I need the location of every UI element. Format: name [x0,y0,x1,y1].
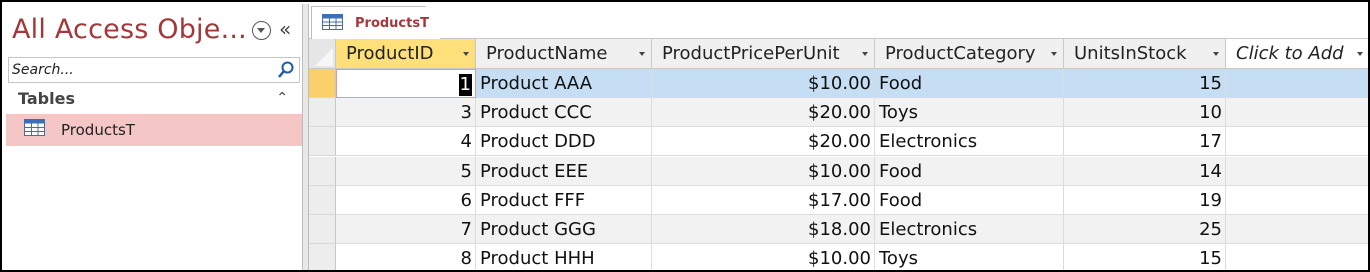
document-area: ProductsT ProductID ProductName ProductPri… [309,4,1368,270]
cell-click-to-add[interactable] [1226,215,1368,244]
cell-productid[interactable]: 7 [336,215,476,244]
column-header-label: ProductID [346,43,434,64]
tab-productst[interactable]: ProductsT [311,6,441,40]
cell-productpriceperunit[interactable]: $10.00 [652,244,875,270]
cell-productid[interactable]: 5 [336,156,476,186]
tab-label: ProductsT [355,16,429,31]
cell-click-to-add[interactable] [1226,156,1368,186]
column-filter-dropdown-icon[interactable] [639,52,645,56]
column-filter-dropdown-icon[interactable] [862,52,868,56]
select-all-button[interactable] [309,39,336,69]
cell-productpriceperunit[interactable]: $20.00 [652,127,875,157]
cell-unitsinstock[interactable]: 14 [1064,156,1226,186]
cell-productname[interactable]: Product GGG [476,215,652,244]
nav-search-input[interactable] [9,58,273,82]
cell-productname[interactable]: Product AAA [476,69,652,98]
cell-click-to-add[interactable] [1226,244,1368,270]
column-filter-dropdown-icon[interactable] [1213,52,1219,56]
record-selector[interactable] [309,156,336,186]
document-tab-strip: ProductsT [309,4,1368,40]
search-icon[interactable] [276,60,296,80]
nav-pane-title[interactable]: All Access Obje... [12,14,247,45]
cell-productname[interactable]: Product FFF [476,185,652,215]
cell-unitsinstock[interactable]: 15 [1064,69,1226,98]
record-selector[interactable] [309,69,336,98]
cell-productpriceperunit[interactable]: $10.00 [652,156,875,186]
table-icon [24,119,45,136]
cell-unitsinstock[interactable]: 15 [1064,244,1226,270]
column-header-productname[interactable]: ProductName [476,39,652,69]
nav-group-header-tables[interactable]: Tables ⌃ [8,88,300,112]
cell-click-to-add[interactable] [1226,185,1368,215]
nav-search-box [8,57,300,83]
record-selector[interactable] [309,127,336,157]
column-header-productid[interactable]: ProductID [336,39,476,69]
nav-item-productst[interactable]: ProductsT [6,114,302,146]
cell-productpriceperunit[interactable]: $10.00 [652,69,875,98]
record-selector[interactable] [309,185,336,215]
record-selector[interactable] [309,215,336,244]
cell-unitsinstock[interactable]: 19 [1064,185,1226,215]
nav-pane-splitter[interactable] [302,4,309,270]
cell-unitsinstock[interactable]: 10 [1064,98,1226,128]
nav-group-label: Tables [18,89,75,108]
cell-unitsinstock[interactable]: 17 [1064,127,1226,157]
cell-productid[interactable]: 8 [336,244,476,270]
cell-productcategory[interactable]: Food [875,185,1064,215]
column-header-unitsinstock[interactable]: UnitsInStock [1064,39,1226,69]
cell-productcategory[interactable]: Toys [875,98,1064,128]
column-filter-dropdown-icon[interactable] [463,52,469,56]
table-icon [322,14,343,30]
column-header-label: Click to Add [1236,43,1344,64]
column-filter-dropdown-icon[interactable] [1357,52,1363,56]
cell-productname[interactable]: Product EEE [476,156,652,186]
nav-dropdown-icon[interactable] [252,21,271,40]
cell-productcategory[interactable]: Electronics [875,127,1064,157]
cell-productcategory[interactable]: Toys [875,244,1064,270]
cell-click-to-add[interactable] [1226,69,1368,98]
column-header-label: ProductCategory [885,43,1036,64]
column-header-label: UnitsInStock [1074,43,1187,64]
record-selector[interactable] [309,98,336,128]
record-selector[interactable] [309,244,336,270]
cell-click-to-add[interactable] [1226,127,1368,157]
column-header-label: ProductName [486,43,608,64]
column-header-click-to-add[interactable]: Click to Add [1226,39,1368,69]
cell-click-to-add[interactable] [1226,98,1368,128]
access-window: All Access Obje... « Tables ⌃ Products [0,0,1370,272]
cell-productid[interactable]: 6 [336,185,476,215]
shutter-bar-collapse-icon[interactable]: « [279,17,291,41]
column-header-productcategory[interactable]: ProductCategory [875,39,1064,69]
column-header-label: ProductPricePerUnit [662,43,840,64]
cell-productcategory[interactable]: Food [875,69,1064,98]
cell-productpriceperunit[interactable]: $20.00 [652,98,875,128]
cell-productcategory[interactable]: Electronics [875,215,1064,244]
cell-productpriceperunit[interactable]: $17.00 [652,185,875,215]
cell-productcategory[interactable]: Food [875,156,1064,186]
cell-unitsinstock[interactable]: 25 [1064,215,1226,244]
cell-productname[interactable]: Product DDD [476,127,652,157]
cell-productname[interactable]: Product CCC [476,98,652,128]
cell-productid[interactable]: 3 [336,98,476,128]
nav-item-label: ProductsT [61,121,135,139]
chevron-up-icon[interactable]: ⌃ [276,90,288,106]
cell-productpriceperunit[interactable]: $18.00 [652,215,875,244]
column-header-productpriceperunit[interactable]: ProductPricePerUnit [652,39,875,69]
column-filter-dropdown-icon[interactable] [1051,52,1057,56]
cell-productid[interactable]: 4 [336,127,476,157]
datasheet-grid: ProductID ProductName ProductPricePerUnit P… [309,39,1368,270]
cell-productname[interactable]: Product HHH [476,244,652,270]
cell-productid[interactable]: 1 [336,69,476,98]
navigation-pane: All Access Obje... « Tables ⌃ Products [4,4,302,270]
